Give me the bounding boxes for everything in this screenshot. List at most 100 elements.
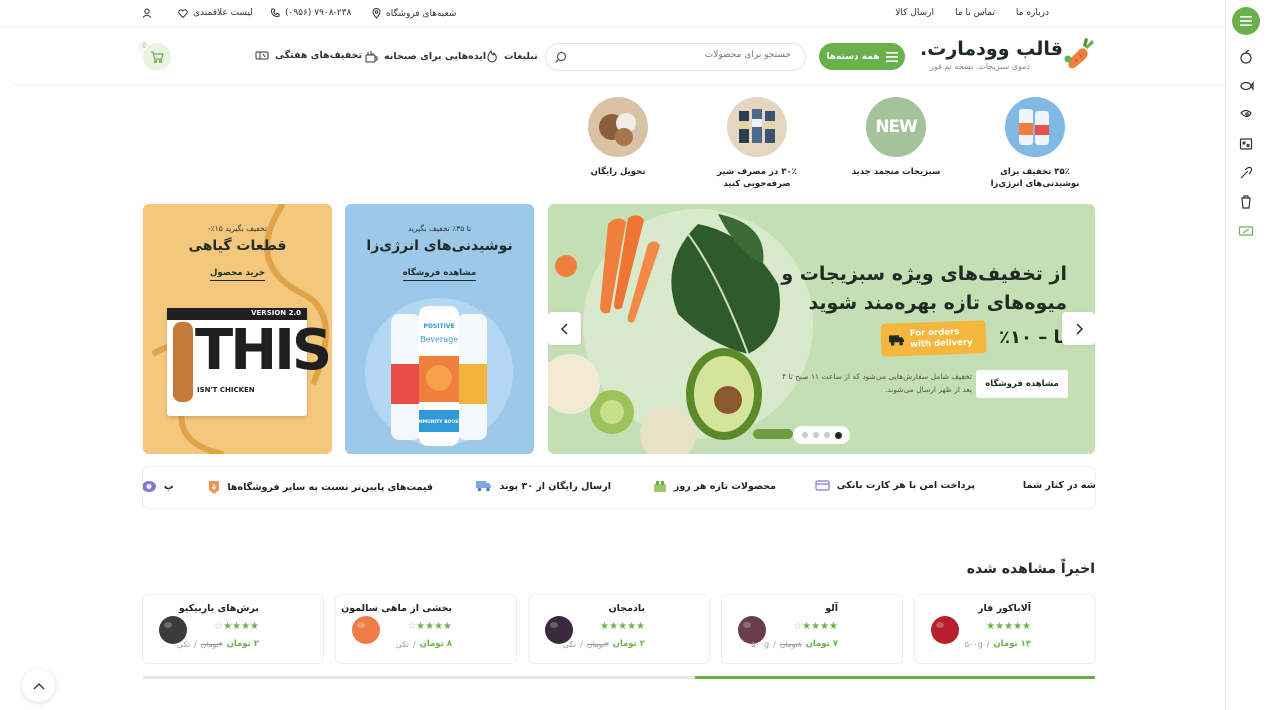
delivery-badge-line2: with delivery	[910, 337, 973, 350]
phone-link[interactable]: (۰۹۵۶) ۷۹۰۸-۲۳۸	[270, 8, 351, 18]
product-price: ۲ تومان ۳تومان / تکی	[563, 639, 645, 649]
product-name[interactable]: آلو	[825, 603, 838, 614]
category-milk-savings[interactable]: ۳۰٪ در مصرف شیر صرفه‌جویی کنید	[702, 97, 812, 190]
carousel-progress-fill	[695, 676, 1095, 679]
hero-discount: تا – ۱۰٪	[998, 327, 1067, 348]
star-filled-icon: ★	[986, 621, 996, 632]
feature-lower-prices: قیمت‌های پایین‌تر نسبت به سایر فروشگاه‌ه…	[208, 480, 433, 495]
product-unit: ۵۰۰g	[964, 639, 983, 649]
hero-shop-button[interactable]: مشاهده فروشگاه	[976, 370, 1068, 398]
user-account-icon[interactable]	[142, 8, 152, 18]
star-filled-icon: ★	[636, 621, 645, 632]
price-separator: /	[986, 639, 990, 649]
menu-icon[interactable]	[1232, 7, 1260, 35]
product-rating-stars: ☆★★★★	[214, 621, 259, 632]
product-price-old: ۳تومان	[586, 639, 609, 649]
star-filled-icon: ★	[232, 621, 242, 632]
nav-weekly-discounts[interactable]: تخفیف‌های هفتگی	[255, 50, 362, 61]
scroll-to-top-button[interactable]	[22, 669, 55, 702]
product-image[interactable]	[346, 609, 386, 649]
plant-based-promo[interactable]: تخفیف بگیرید ۱۵٪- قطعات گیاهی خرید محصول…	[143, 204, 332, 454]
plant-promo-link[interactable]: خرید محصول	[143, 268, 332, 281]
nav-ads[interactable]: تبلیغات	[486, 50, 538, 63]
drink-category-icon[interactable]	[1237, 48, 1255, 66]
category-energy-drinks[interactable]: ۳۵٪ تخفیف برای نوشیدنی‌های انرژی‌زا	[980, 97, 1090, 190]
branches-link[interactable]: شعبه‌های فروشگاه	[372, 8, 456, 19]
top-bar: درباره ما تماس با ما ارسال کالا شعبه‌های…	[0, 0, 1225, 28]
hero-description: تخفیف شامل سفارش‌هایی می‌شود که از ساعت …	[782, 372, 972, 394]
energy-promo-link[interactable]: مشاهده فروشگاه	[345, 268, 534, 281]
star-filled-icon: ★	[829, 621, 838, 632]
slider-dot[interactable]	[812, 432, 819, 438]
product-price-old: ۳تومان	[200, 639, 223, 649]
product-rating-stars: ★★★★★	[986, 621, 1031, 632]
category-frozen-vegetables-label: سبزیجات منجمد جدید	[851, 167, 941, 177]
all-categories-button[interactable]: همه دسته‌ها	[819, 43, 905, 70]
contact-link[interactable]: تماس با ما	[955, 8, 995, 18]
price-separator: /	[412, 639, 416, 649]
search-box	[545, 43, 806, 71]
product-price: ۷ تومان ۸تومان/۵۰۰g	[751, 639, 838, 649]
price-separator: /	[773, 639, 776, 649]
slider-prev-arrow[interactable]	[548, 312, 581, 345]
chevron-left-icon	[560, 323, 567, 334]
product-card[interactable]: برش‌های باربیکیو ☆★★★★ ۲ تومان ۳تومان / تکی	[143, 595, 323, 663]
star-filled-icon: ★	[425, 621, 435, 632]
vegetable-category-icon[interactable]	[1237, 164, 1255, 182]
wishlist-label: لیست علاقمندی	[193, 8, 253, 18]
energy-promo-title: نوشیدنی‌های انرژی‌زا	[366, 238, 513, 254]
heart-icon	[178, 8, 188, 18]
energy-promo-kicker: تا ۳۵٪ تخفیف بگیرید	[407, 224, 472, 233]
product-card[interactable]: آلاباکور فار ★★★★★ ۱۴ تومان/۵۰۰g	[915, 595, 1095, 663]
slider-dot[interactable]	[823, 432, 830, 438]
product-name[interactable]: بخشی از ماهی سالمون	[341, 603, 452, 614]
nav-breakfast-label: ایده‌هایی برای صبحانه	[384, 51, 487, 62]
coupon-category-icon[interactable]	[1237, 222, 1255, 240]
category-energy-drinks-label: ۳۵٪ تخفیف برای نوشیدنی‌های انرژی‌زا	[990, 167, 1080, 189]
about-link[interactable]: درباره ما	[1016, 8, 1049, 18]
slider-dot[interactable]	[801, 432, 808, 438]
category-milk-savings-label: ۳۰٪ در مصرف شیر صرفه‌جویی کنید	[717, 167, 797, 189]
product-unit: ۵۰۰g	[751, 639, 770, 649]
slider-next-arrow[interactable]	[1062, 312, 1095, 345]
plant-promo-link-label: خرید محصول	[210, 268, 265, 281]
plant-promo-title: قطعات گیاهی	[188, 238, 287, 254]
price-separator: /	[194, 639, 197, 649]
energy-drinks-promo[interactable]: تا ۳۵٪ تخفیف بگیرید نوشیدنی‌های انرژی‌زا…	[345, 204, 534, 454]
product-card[interactable]: آلو ☆★★★★ ۷ تومان ۸تومان/۵۰۰g	[722, 595, 902, 663]
nav-breakfast[interactable]: ایده‌هایی برای صبحانه	[364, 50, 486, 63]
logo-title[interactable]: قالب وودمارت.	[920, 38, 1063, 60]
star-filled-icon: ★	[820, 621, 830, 632]
wishlist-link[interactable]: لیست علاقمندی	[178, 8, 253, 18]
product-card[interactable]: بخشی از ماهی سالمون ☆★★★★ ۸ تومان / تکی	[336, 595, 516, 663]
logo-subtitle: دموی سبزیجات. نسخه تم فور	[929, 62, 1030, 71]
slider-dot-active[interactable]	[834, 431, 842, 439]
search-input[interactable]	[581, 50, 791, 60]
feature-fresh-daily-label: محصولات تازه هر روز	[673, 481, 776, 492]
feature-secure-payment-label: پرداخت امن با هر کارت بانکی	[836, 480, 975, 491]
product-card[interactable]: بادمجان ★★★★★ ۲ تومان ۳تومان / تکی	[529, 595, 709, 663]
side-rail	[1225, 0, 1271, 710]
flame-icon	[487, 50, 497, 63]
location-pin-icon	[372, 8, 381, 19]
shipping-link[interactable]: ارسال کالا	[895, 8, 934, 18]
product-unit: تکی	[176, 639, 191, 649]
cup-category-icon[interactable]	[1237, 193, 1255, 211]
features-strip: شه در کنار شما پرداخت امن با هر کارت بان…	[143, 467, 1095, 508]
grocery-category-icon[interactable]	[1237, 135, 1255, 153]
category-frozen-vegetables[interactable]: NEW سبزیجات منجمد جدید	[841, 97, 951, 178]
product-name[interactable]: برش‌های باربیکیو	[179, 603, 259, 614]
product-name[interactable]: آلاباکور فار	[978, 603, 1031, 614]
search-icon[interactable]	[554, 51, 567, 64]
can-brand-text: POSITIVE	[423, 323, 454, 330]
carrot-logo-icon[interactable]	[1061, 37, 1097, 73]
product-image[interactable]	[925, 609, 965, 649]
category-free-delivery[interactable]: تحویل رایگان	[563, 97, 673, 178]
phone-icon	[270, 8, 280, 18]
meat-category-icon[interactable]	[1237, 106, 1255, 124]
product-unit: تکی	[562, 639, 577, 649]
fish-category-icon[interactable]	[1237, 77, 1255, 95]
delivery-badge-line1: For orders	[909, 326, 960, 339]
product-name[interactable]: بادمجان	[609, 603, 645, 614]
product-price: ۱۴ تومان/۵۰۰g	[965, 639, 1031, 649]
